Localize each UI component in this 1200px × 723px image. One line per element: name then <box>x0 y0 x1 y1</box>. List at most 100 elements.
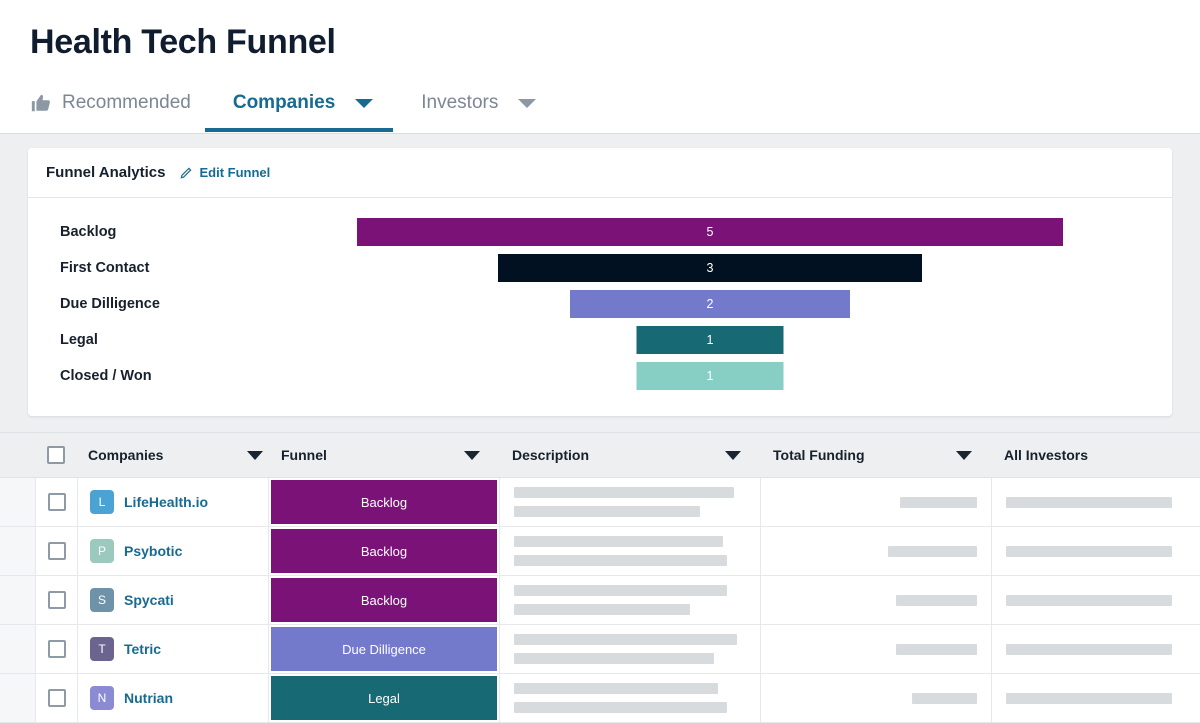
total-funding-cell <box>761 674 992 722</box>
chevron-down-icon[interactable] <box>464 450 480 460</box>
chevron-down-icon <box>518 98 537 108</box>
status-badge[interactable]: Backlog <box>271 578 497 622</box>
company-link[interactable]: Nutrian <box>124 690 173 706</box>
all-investors-cell <box>992 478 1200 526</box>
skeleton-line <box>1006 692 1172 704</box>
all-investors-cell <box>992 674 1200 722</box>
skeleton-line <box>514 585 728 596</box>
funnel-row: First Contact 3 <box>28 250 1172 286</box>
table-row[interactable]: P Psybotic Backlog <box>0 527 1200 576</box>
chevron-down-icon[interactable] <box>725 450 741 460</box>
funnel-row: Backlog 5 <box>28 214 1172 250</box>
tab-label-recommended: Recommended <box>62 92 191 113</box>
chevron-down-icon <box>355 98 374 108</box>
description-cell <box>500 527 761 575</box>
page-title: Health Tech Funnel <box>30 23 336 61</box>
funnel-bar[interactable]: 3 <box>498 254 922 282</box>
main-content: Funnel Analytics Edit Funnel Backlog 5 Fir… <box>0 134 1200 723</box>
company-cell[interactable]: T Tetric <box>78 625 269 673</box>
row-gutter <box>0 625 36 673</box>
company-link[interactable]: Psybotic <box>124 543 182 559</box>
funnel-bar[interactable]: 1 <box>636 362 784 390</box>
total-funding-cell <box>761 576 992 624</box>
description-cell <box>500 674 761 722</box>
row-checkbox[interactable] <box>47 493 66 511</box>
col-header-funnel[interactable]: Funnel <box>267 433 498 477</box>
company-cell[interactable]: P Psybotic <box>78 527 269 575</box>
company-cell[interactable]: S Spycati <box>78 576 269 624</box>
tab-investors-dropdown[interactable] <box>512 74 556 132</box>
col-label-total-funding: Total Funding <box>773 447 865 463</box>
tab-investors[interactable]: Investors <box>393 74 512 132</box>
funnel-chart: Backlog 5 First Contact 3 Due Dilligence 2 Leg… <box>28 198 1172 416</box>
funnel-row: Legal 1 <box>28 322 1172 358</box>
app-header: Health Tech Funnel Recommended Companies… <box>0 0 1200 134</box>
row-select-cell[interactable] <box>36 625 78 673</box>
col-header-companies[interactable]: Companies <box>76 433 267 477</box>
skeleton-line <box>1006 594 1172 606</box>
funnel-cell[interactable]: Due Dilligence <box>269 625 500 673</box>
row-select-cell[interactable] <box>36 478 78 526</box>
avatar: S <box>90 588 114 612</box>
col-header-description[interactable]: Description <box>498 433 759 477</box>
chevron-down-icon[interactable] <box>247 450 263 460</box>
funnel-cell[interactable]: Backlog <box>269 478 500 526</box>
status-badge[interactable]: Due Dilligence <box>271 627 497 671</box>
funnel-bar[interactable]: 5 <box>357 218 1063 246</box>
funnel-cell[interactable]: Backlog <box>269 527 500 575</box>
table-row[interactable]: S Spycati Backlog <box>0 576 1200 625</box>
company-cell[interactable]: N Nutrian <box>78 674 269 722</box>
col-header-total-funding[interactable]: Total Funding <box>759 433 990 477</box>
select-all-checkbox[interactable] <box>46 446 65 464</box>
table-row[interactable]: L LifeHealth.io Backlog <box>0 478 1200 527</box>
avatar: L <box>90 490 114 514</box>
status-badge[interactable]: Legal <box>271 676 497 720</box>
company-link[interactable]: Spycati <box>124 592 174 608</box>
funnel-cell[interactable]: Legal <box>269 674 500 722</box>
chevron-down-icon[interactable] <box>956 450 972 460</box>
table-row[interactable]: T Tetric Due Dilligence <box>0 625 1200 674</box>
col-label-description: Description <box>512 447 590 463</box>
funnel-bar[interactable]: 1 <box>636 326 784 354</box>
col-label-funnel: Funnel <box>281 447 327 463</box>
company-link[interactable]: LifeHealth.io <box>124 494 208 510</box>
edit-funnel-button[interactable]: Edit Funnel <box>179 165 270 180</box>
funnel-stage-label: Closed / Won <box>60 368 152 384</box>
row-checkbox[interactable] <box>47 640 66 658</box>
row-checkbox[interactable] <box>47 591 66 609</box>
col-header-all-investors[interactable]: All Investors <box>990 433 1200 477</box>
funnel-track: 1 <box>248 322 1172 358</box>
table-row[interactable]: N Nutrian Legal <box>0 674 1200 723</box>
skeleton-line <box>514 555 728 566</box>
tab-companies-dropdown[interactable] <box>349 74 394 132</box>
tab-recommended[interactable]: Recommended <box>30 74 205 132</box>
row-checkbox[interactable] <box>47 542 66 560</box>
description-cell <box>500 576 761 624</box>
tab-companies[interactable]: Companies <box>204 74 350 132</box>
status-badge[interactable]: Backlog <box>271 529 497 573</box>
company-cell[interactable]: L LifeHealth.io <box>78 478 269 526</box>
funnel-bar[interactable]: 2 <box>570 290 850 318</box>
row-select-cell[interactable] <box>36 674 78 722</box>
row-select-cell[interactable] <box>36 527 78 575</box>
funnel-cell[interactable]: Backlog <box>269 576 500 624</box>
table-header-row: Companies Funnel Description Total Fundi… <box>0 433 1200 478</box>
company-link[interactable]: Tetric <box>124 641 161 657</box>
skeleton-line <box>514 536 723 547</box>
row-gutter <box>0 674 36 722</box>
row-select-cell[interactable] <box>36 576 78 624</box>
row-checkbox[interactable] <box>47 689 66 707</box>
skeleton-line <box>514 702 728 713</box>
tab-bar: Recommended Companies Investors <box>30 74 1200 132</box>
funnel-stage-label: Due Dilligence <box>60 296 160 312</box>
status-badge[interactable]: Backlog <box>271 480 497 524</box>
select-all-cell[interactable] <box>35 433 76 477</box>
total-funding-cell <box>761 527 992 575</box>
pencil-icon <box>179 166 193 180</box>
skeleton-line <box>514 653 714 664</box>
row-gutter <box>0 576 36 624</box>
funnel-track: 5 <box>248 214 1172 250</box>
funnel-analytics-header: Funnel Analytics Edit Funnel <box>28 148 1172 198</box>
card-title: Funnel Analytics <box>46 164 166 181</box>
skeleton-line <box>514 604 691 615</box>
